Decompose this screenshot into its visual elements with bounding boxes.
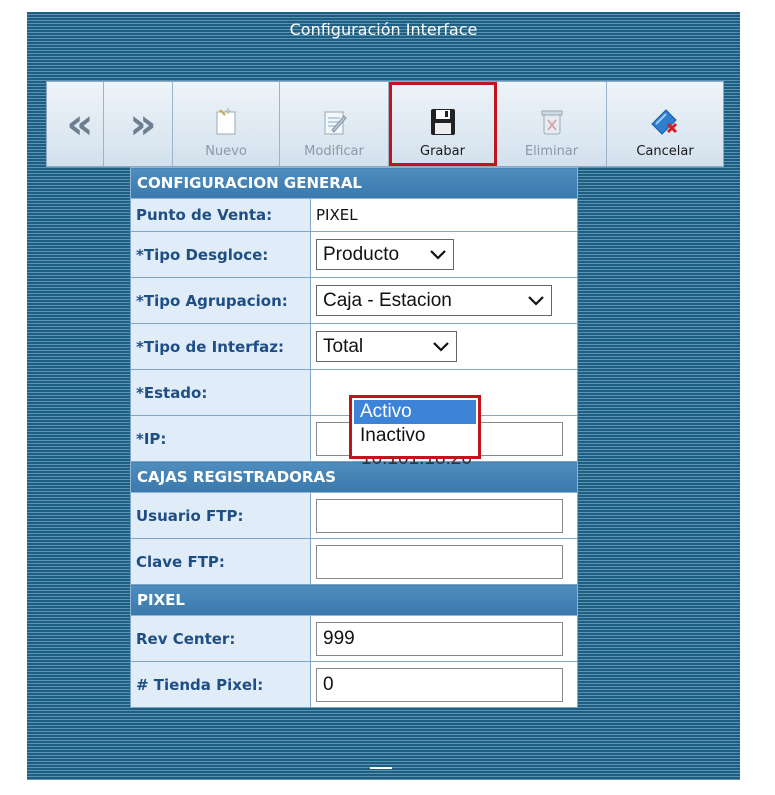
delete-button-label: Eliminar [524, 144, 579, 159]
tipo-agrupacion-value: Caja - Estacion [323, 289, 452, 311]
save-button[interactable]: Grabar [389, 82, 497, 166]
rev-center-label: Rev Center: [130, 615, 311, 662]
toolbar: « » Nuevo Modificar Grabar Eliminar Canc… [46, 81, 724, 167]
punto-venta-label: Punto de Venta: [130, 198, 311, 232]
rev-center-input[interactable]: 999 [316, 621, 563, 656]
trash-icon [541, 110, 562, 135]
punto-venta-value: PIXEL [310, 198, 578, 232]
double-left-arrow-icon: « [66, 99, 93, 148]
next-record-button[interactable]: » [104, 82, 173, 166]
save-button-label: Grabar [420, 144, 465, 159]
new-document-icon [216, 108, 236, 135]
chevron-down-icon [528, 295, 544, 306]
edit-document-icon [324, 111, 347, 135]
window-title: Configuración Interface [289, 20, 478, 39]
tipo-agrupacion-label: *Tipo Agrupacion: [130, 277, 311, 324]
cancel-icon [651, 109, 678, 135]
cancel-button-label: Cancelar [636, 144, 694, 159]
new-button-label: Nuevo [205, 144, 247, 159]
modify-button[interactable]: Modificar [280, 82, 389, 166]
delete-button[interactable]: Eliminar [497, 82, 607, 166]
chevron-down-icon [430, 249, 446, 260]
tipo-desgloce-select[interactable]: Producto [316, 239, 454, 270]
tipo-interfaz-value: Total [323, 335, 364, 357]
tipo-desgloce-value: Producto [323, 243, 400, 265]
usuario-ftp-input[interactable] [316, 498, 563, 533]
cancel-button[interactable]: Cancelar [607, 82, 723, 166]
chevron-down-icon [433, 341, 449, 352]
clave-ftp-input[interactable] [316, 544, 563, 579]
previous-record-button[interactable]: « [47, 82, 104, 166]
tienda-pixel-label: # Tienda Pixel: [130, 661, 311, 708]
usuario-ftp-label: Usuario FTP: [130, 492, 311, 539]
tipo-desgloce-label: *Tipo Desgloce: [130, 231, 311, 278]
modify-button-label: Modificar [304, 144, 364, 159]
estado-dropdown-list[interactable]: Activo Inactivo [349, 395, 481, 459]
section-header-pixel: PIXEL [130, 584, 578, 616]
tipo-interfaz-select[interactable]: Total [316, 331, 457, 362]
clave-ftp-label: Clave FTP: [130, 538, 311, 585]
new-button[interactable]: Nuevo [173, 82, 280, 166]
section-header-cajas: CAJAS REGISTRADORAS [130, 461, 578, 493]
bottom-divider [370, 767, 392, 769]
tienda-pixel-input[interactable]: 0 [316, 667, 563, 702]
estado-option-inactivo[interactable]: Inactivo [354, 424, 476, 448]
tipo-interfaz-label: *Tipo de Interfaz: [130, 323, 311, 370]
ip-label: *IP: [130, 415, 311, 462]
double-right-arrow-icon: » [129, 99, 156, 148]
tipo-agrupacion-select[interactable]: Caja - Estacion [316, 285, 552, 316]
estado-label: *Estado: [130, 369, 311, 416]
estado-option-activo[interactable]: Activo [354, 400, 476, 424]
floppy-disk-icon [430, 109, 455, 135]
section-header-general: CONFIGURACION GENERAL [130, 167, 578, 199]
